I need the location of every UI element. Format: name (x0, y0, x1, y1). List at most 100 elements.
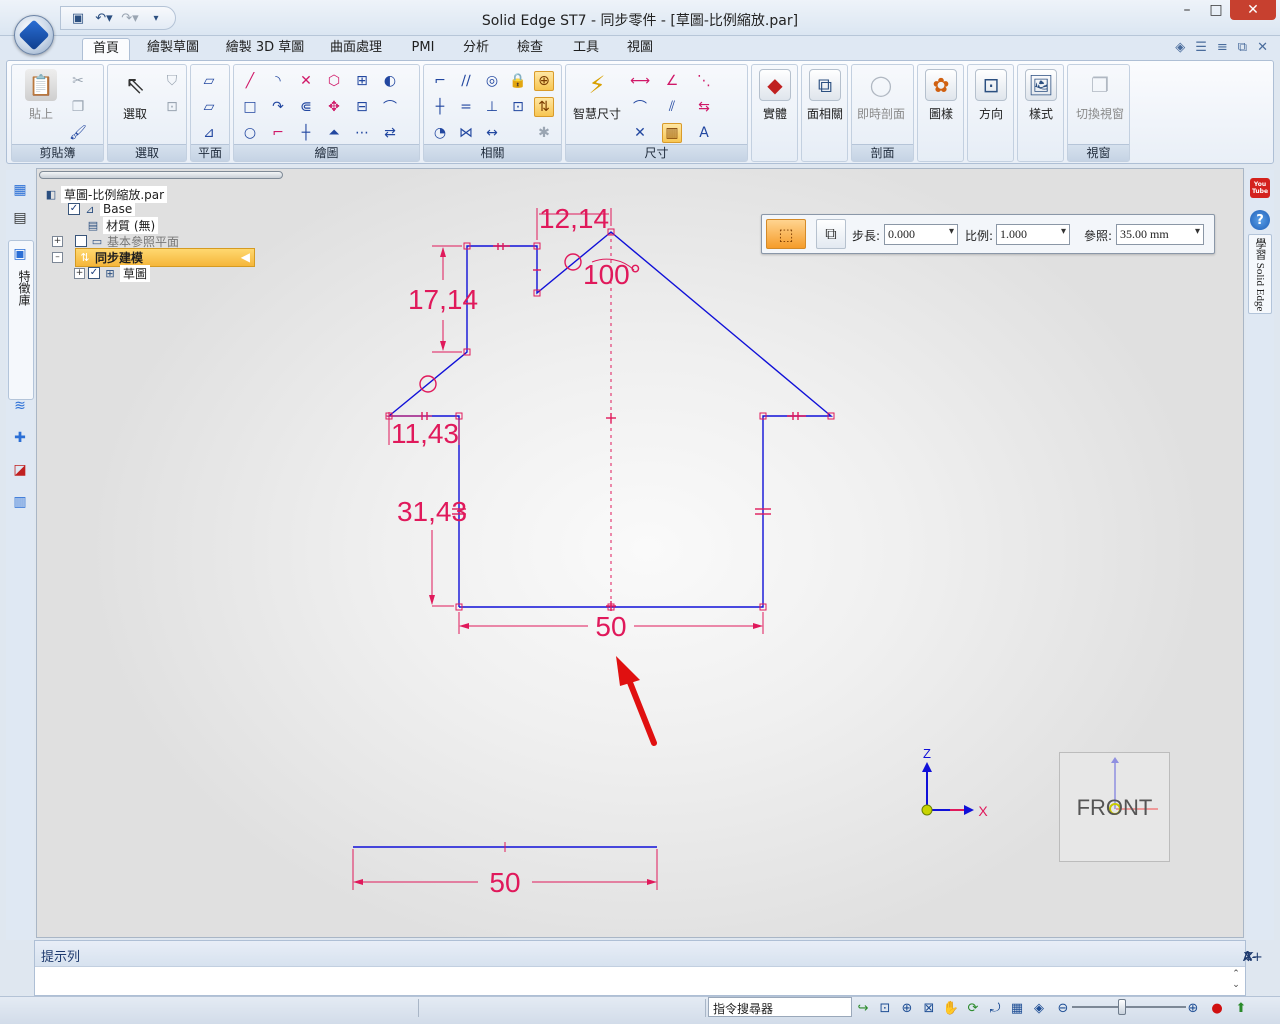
circle-icon[interactable]: ○ (240, 123, 260, 143)
checkbox-icon[interactable] (75, 235, 87, 247)
relation-handles-icon[interactable]: ✱ (534, 123, 554, 143)
symmetric-icon[interactable]: ⋈ (456, 123, 476, 143)
maintain-relationships-icon[interactable]: ⇅ (534, 97, 554, 117)
relate-toggle-icon[interactable]: ⊕ (534, 71, 554, 91)
tree-base[interactable]: ✓ ⊿ Base (68, 201, 136, 217)
family-of-parts-icon[interactable]: ✚ (10, 428, 30, 448)
dimension-edit-icon[interactable]: ▥ (662, 123, 682, 143)
equal-icon[interactable]: = (456, 97, 476, 117)
close-button[interactable]: ✕ (1230, 0, 1276, 20)
pattern-button[interactable]: ✿ 圖樣 (916, 69, 966, 122)
face-related-button[interactable]: ⧉ 面相關 (800, 69, 850, 122)
horizontal-vertical-icon[interactable]: ┼ (430, 97, 450, 117)
checkbox-icon[interactable]: ✓ (88, 267, 100, 279)
solid-button[interactable]: ◆ 實體 (750, 69, 800, 122)
tab-tools[interactable]: 工具 (566, 38, 606, 60)
symmetric-diameter-icon[interactable]: ⌒ (630, 97, 650, 117)
plane-icon[interactable]: ▱ (199, 71, 219, 91)
move-icon[interactable]: ✥ (324, 97, 344, 117)
select-step-button[interactable]: ⬚ (766, 219, 806, 249)
tab-surfacing[interactable]: 曲面處理 (324, 38, 388, 60)
switch-window-button[interactable]: ❐ 切換視窗 (1072, 69, 1128, 122)
close-doc-icon[interactable]: ✕ (1257, 40, 1268, 55)
layers-stack-icon[interactable]: ≋ (10, 396, 30, 416)
command-finder-input[interactable]: 指令搜尋器 (708, 997, 852, 1017)
style-button[interactable]: 🖼 樣式 (1016, 69, 1066, 122)
fit-icon[interactable]: ⊠ (920, 999, 938, 1017)
extend-icon[interactable]: ⋐ (296, 97, 316, 117)
reference-input[interactable]: 35.00 mm ▾ (1116, 224, 1204, 245)
pathfinder-icon[interactable]: ▦ (10, 180, 30, 200)
format-painter-icon[interactable]: 🖌 (68, 123, 88, 143)
lock-icon[interactable]: 🔒 (508, 71, 528, 91)
zoom-out-icon[interactable]: ⊖ (1054, 999, 1072, 1017)
properties-icon[interactable]: ▥ (10, 492, 30, 512)
distance-between-icon[interactable]: ⟷ (630, 71, 650, 91)
angle-between-icon[interactable]: ∠ (662, 71, 682, 91)
tab-view[interactable]: 視圖 (620, 38, 660, 60)
line-icon[interactable]: ╱ (240, 71, 260, 91)
ribbon-layout-icon[interactable]: ☰ (1195, 40, 1207, 55)
maximize-button[interactable]: □ (1202, 0, 1230, 20)
orient-button[interactable]: ⊡ 方向 (966, 69, 1016, 122)
spin-about-icon[interactable]: ⤾ (986, 999, 1004, 1017)
select-button[interactable]: ⇖ 選取 (110, 69, 160, 122)
close-icon[interactable]: ✕ (1243, 950, 1254, 965)
tab-3d-sketch[interactable]: 繪製 3D 草圖 (222, 38, 308, 60)
parallel-icon[interactable]: ∕∕ (456, 71, 476, 91)
prompt-scrollbar[interactable]: ⌃ ⌄ (1229, 969, 1243, 993)
layers-icon[interactable]: ▤ (10, 208, 30, 228)
tangent-icon[interactable]: ◔ (430, 123, 450, 143)
filter-icon[interactable]: ⛉ (162, 71, 182, 91)
arc-icon[interactable]: ◝ (268, 71, 288, 91)
application-button[interactable] (14, 15, 54, 55)
angular-coordinate-icon[interactable]: ✕ (630, 123, 650, 143)
project-icon[interactable]: ⊞ (352, 71, 372, 91)
upload-icon[interactable]: ⬆ (1232, 999, 1250, 1017)
fillet-icon[interactable]: ⌐ (268, 123, 288, 143)
collapse-icon[interactable]: – (52, 251, 63, 263)
help-icon[interactable]: ? (1250, 210, 1270, 230)
view-cube[interactable]: FRONT (1059, 752, 1170, 862)
convert-icon[interactable]: ⇄ (380, 123, 400, 143)
trim-icon[interactable]: ✕ (296, 71, 316, 91)
minimize-button[interactable]: – (1172, 0, 1202, 20)
collinear-icon[interactable]: ↔ (482, 123, 502, 143)
zoom-area-icon[interactable]: ⊡ (876, 999, 894, 1017)
restore-doc-icon[interactable]: ⧉ (1238, 40, 1247, 55)
command-finder-go-icon[interactable]: ↪ (854, 999, 872, 1017)
tree-material[interactable]: ▤ 材質 (無) (86, 216, 159, 234)
rotate-icon[interactable]: ⟳ (964, 999, 982, 1017)
fill-icon[interactable]: ◐ (380, 71, 400, 91)
zoom-in-icon[interactable]: ⊕ (1184, 999, 1202, 1017)
expand-icon[interactable]: + (52, 235, 63, 247)
paste-button[interactable]: 📋 貼上 (16, 69, 66, 122)
smart-dimension-button[interactable]: ⚡ 智慧尺寸 (568, 69, 626, 122)
construction-icon[interactable]: ⌒ (380, 97, 400, 117)
step-input[interactable]: 0.000 ▾ (884, 224, 958, 245)
tree-sync-modeling[interactable]: – ⇅ 同步建模 ◀ (52, 247, 255, 267)
perpendicular-icon[interactable]: ⊥ (482, 97, 502, 117)
feature-library-tab[interactable] (8, 240, 34, 400)
chamfer-dimension-icon[interactable]: ⫽ (662, 97, 682, 117)
tab-inspect[interactable]: 檢查 (510, 38, 550, 60)
ribbon-option-icon[interactable]: ◈ (1175, 40, 1185, 55)
plane-options-icon[interactable]: ▱ (199, 97, 219, 117)
scale-input[interactable]: 1.000 ▾ (996, 224, 1070, 245)
ribbon-minimize-icon[interactable]: ≡ (1217, 40, 1228, 55)
coordinate-dimension-icon[interactable]: ⋱ (694, 71, 714, 91)
copy-icon[interactable]: ❐ (68, 97, 88, 117)
record-icon[interactable]: ● (1208, 999, 1226, 1017)
view-orientation-icon[interactable]: ▦ (1008, 999, 1026, 1017)
tab-pmi[interactable]: PMI (404, 38, 442, 60)
point-icon[interactable]: ┼ (296, 123, 316, 143)
select-tool-icon[interactable]: ⊡ (162, 97, 182, 117)
checkbox-icon[interactable]: ✓ (68, 203, 80, 215)
view-style-icon[interactable]: ◈ (1030, 999, 1048, 1017)
pan-icon[interactable]: ✋ (942, 999, 960, 1017)
cut-icon[interactable]: ✂ (68, 71, 88, 91)
offset-icon[interactable]: ⬡ (324, 71, 344, 91)
live-section-button[interactable]: ◯ 即時剖面 (856, 69, 906, 122)
coordinate-system-icon[interactable]: ⊿ (199, 123, 219, 143)
pattern-draw-icon[interactable]: ⋯ (352, 123, 372, 143)
